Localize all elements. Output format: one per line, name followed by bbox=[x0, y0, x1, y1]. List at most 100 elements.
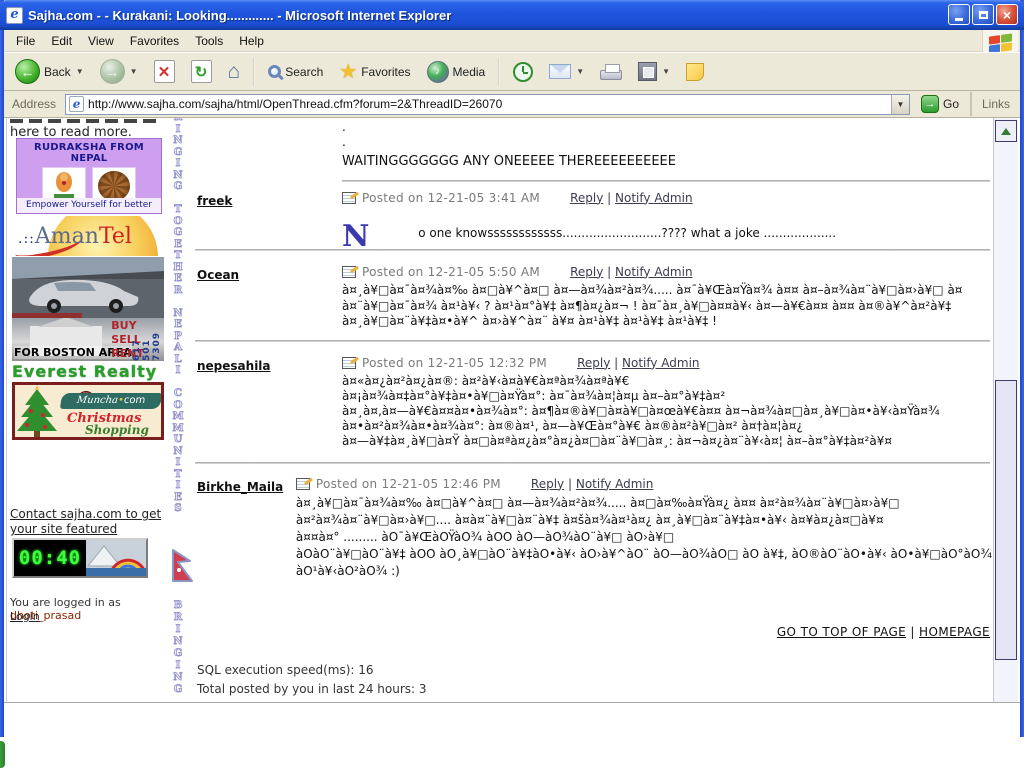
phone-card-ad[interactable]: 00:40 bbox=[12, 538, 148, 578]
sticky-note-icon bbox=[686, 63, 704, 81]
address-input[interactable]: e http://www.sajha.com/sajha/html/OpenTh… bbox=[65, 94, 910, 115]
notify-admin-link[interactable]: Notify Admin bbox=[615, 265, 693, 279]
link-separator: | bbox=[568, 477, 572, 491]
refresh-button[interactable]: ↻ bbox=[184, 56, 219, 88]
forward-dropdown-icon[interactable]: ▼ bbox=[130, 67, 138, 76]
contact-featured-link[interactable]: Contact sajha.com to get your site featu… bbox=[10, 507, 166, 537]
notify-admin-link[interactable]: Notify Admin bbox=[615, 191, 693, 205]
login-link[interactable]: Login bbox=[10, 610, 40, 623]
post-timestamp: Posted on 12-21-05 12:46 PM bbox=[316, 477, 501, 491]
post-body: à¤«à¤¿à¤²à¤¿à¤®: à¤²à¥‹à¤à¥€à¤ªà¤¾à¤ªà¥€… bbox=[342, 374, 992, 449]
back-button[interactable]: ← Back ▼ bbox=[8, 56, 91, 88]
history-button[interactable] bbox=[506, 56, 540, 88]
post-ocean: Ocean Posted on 12-21-05 5:50 AM Reply |… bbox=[195, 264, 992, 330]
forward-button[interactable]: → ▼ bbox=[93, 56, 145, 88]
post-author-cell: Ocean bbox=[195, 264, 342, 330]
amantel-name: Aman bbox=[35, 224, 99, 249]
post-body: à¤¸à¥□à¤¯à¤¾à¤‰ à¤□à¥^à¤□ à¤—à¤¾à¤²à¤¾..… bbox=[342, 283, 992, 330]
media-button[interactable]: ♪ Media bbox=[420, 56, 493, 88]
search-button[interactable]: Search bbox=[261, 56, 330, 88]
menu-file[interactable]: File bbox=[8, 32, 43, 50]
browser-viewport: here to read more. RUDRAKSHA FROM NEPAL … bbox=[4, 118, 1020, 703]
window-title: Sajha.com - - Kurakani: Looking.........… bbox=[28, 8, 451, 23]
menu-view[interactable]: View bbox=[80, 32, 122, 50]
reply-link[interactable]: Reply bbox=[531, 477, 564, 491]
post-author-link[interactable]: nepesahila bbox=[197, 359, 271, 373]
divider bbox=[195, 249, 990, 251]
maximize-button[interactable] bbox=[972, 4, 994, 25]
print-button[interactable] bbox=[593, 56, 629, 88]
shopping-text: Shopping bbox=[85, 423, 149, 437]
minimize-button[interactable] bbox=[948, 4, 970, 25]
favorites-button[interactable]: ★ Favorites bbox=[332, 56, 417, 88]
post-note-icon bbox=[342, 192, 356, 204]
mail-button[interactable]: ▼ bbox=[542, 56, 591, 88]
refresh-icon: ↻ bbox=[191, 60, 212, 83]
car-image bbox=[12, 257, 164, 318]
go-label: Go bbox=[943, 97, 959, 111]
forward-icon: → bbox=[100, 59, 125, 84]
vertical-scrollbar[interactable] bbox=[993, 118, 1018, 703]
post-text: o one knowssssssssssss..................… bbox=[418, 226, 836, 240]
address-url: http://www.sajha.com/sajha/html/OpenThre… bbox=[88, 97, 502, 111]
post-author-link[interactable]: Birkhe_Maila bbox=[197, 480, 283, 494]
total-posted-text: Total posted by you in last 24 hours: 3 bbox=[197, 682, 427, 696]
discuss-button[interactable] bbox=[679, 56, 711, 88]
reply-link[interactable]: Reply bbox=[577, 356, 610, 370]
toolbar-separator bbox=[498, 58, 500, 86]
favorites-star-icon: ★ bbox=[339, 62, 357, 82]
back-icon: ← bbox=[15, 59, 40, 84]
home-button[interactable]: ⌂ bbox=[221, 56, 248, 88]
post-author-cell: nepesahila bbox=[195, 355, 342, 449]
menu-help[interactable]: Help bbox=[231, 32, 272, 50]
rudraksha-ad[interactable]: RUDRAKSHA FROM NEPAL Empower Yourself fo… bbox=[16, 138, 162, 214]
christmas-tree-graphic bbox=[15, 385, 59, 437]
close-button[interactable]: × bbox=[996, 4, 1018, 25]
post-note-icon bbox=[342, 357, 356, 369]
go-to-top-link[interactable]: GO TO TOP OF PAGE bbox=[777, 625, 906, 639]
home-icon: ⌂ bbox=[228, 60, 241, 84]
homepage-link[interactable]: HOMEPAGE bbox=[919, 625, 990, 639]
muncha-name: Muncha bbox=[76, 395, 119, 406]
print-icon bbox=[600, 70, 622, 80]
go-button[interactable]: → Go bbox=[915, 92, 965, 116]
links-toolbar[interactable]: Links bbox=[970, 92, 1016, 116]
stop-button[interactable]: ✕ bbox=[147, 56, 182, 88]
mail-dropdown-icon[interactable]: ▼ bbox=[576, 67, 584, 76]
reply-link[interactable]: Reply bbox=[570, 265, 603, 279]
address-bar: Address e http://www.sajha.com/sajha/htm… bbox=[4, 91, 1020, 118]
vertical-banner-text-bottom: B R I N G I N G bbox=[168, 600, 188, 696]
back-label: Back bbox=[44, 65, 71, 79]
history-icon bbox=[513, 62, 533, 82]
post-content-cell: Posted on 12-21-05 3:41 AM Reply | Notif… bbox=[342, 190, 992, 257]
vertical-banner-text-top: R I N G I N G T O G E T H E R N E P A L … bbox=[168, 118, 188, 515]
scrollbar-up-button[interactable] bbox=[995, 120, 1017, 142]
footer-links: GO TO TOP OF PAGE | HOMEPAGE bbox=[777, 625, 990, 639]
start-button-sliver[interactable] bbox=[0, 741, 5, 768]
back-dropdown-icon[interactable]: ▼ bbox=[76, 67, 84, 76]
post-author-link[interactable]: freek bbox=[197, 194, 232, 208]
christmas-shopping-ad[interactable]: Muncha•com Christmas Shopping bbox=[12, 382, 164, 440]
everest-realty-ad[interactable]: FOR BOSTON AREA BUYSELLRENT 617 501 7309… bbox=[12, 318, 164, 382]
post-timestamp: Posted on 12-21-05 5:50 AM bbox=[362, 265, 540, 279]
edit-dropdown-icon[interactable]: ▼ bbox=[662, 67, 670, 76]
nepal-flag-icon bbox=[170, 548, 194, 592]
post-author-link[interactable]: Ocean bbox=[197, 268, 239, 282]
amantel-ad[interactable]: .::AmanTel bbox=[12, 216, 164, 256]
address-dropdown-button[interactable]: ▼ bbox=[891, 95, 909, 114]
edit-button[interactable]: ▼ bbox=[631, 56, 677, 88]
title-bar[interactable]: e Sajha.com - - Kurakani: Looking.......… bbox=[0, 0, 1024, 30]
favorites-label: Favorites bbox=[361, 65, 410, 79]
menu-tools[interactable]: Tools bbox=[187, 32, 231, 50]
menu-edit[interactable]: Edit bbox=[43, 32, 80, 50]
scrollbar-thumb[interactable] bbox=[995, 380, 1017, 660]
link-separator: | bbox=[614, 356, 618, 370]
reply-link[interactable]: Reply bbox=[570, 191, 603, 205]
car-photo-ad[interactable] bbox=[12, 257, 164, 318]
notify-admin-link[interactable]: Notify Admin bbox=[576, 477, 654, 491]
divider bbox=[195, 340, 990, 342]
logged-in-text: You are logged in as bbox=[10, 596, 121, 609]
menu-favorites[interactable]: Favorites bbox=[122, 32, 187, 50]
post-meta-row: Posted on 12-21-05 12:46 PM Reply | Noti… bbox=[296, 476, 992, 491]
notify-admin-link[interactable]: Notify Admin bbox=[622, 356, 700, 370]
